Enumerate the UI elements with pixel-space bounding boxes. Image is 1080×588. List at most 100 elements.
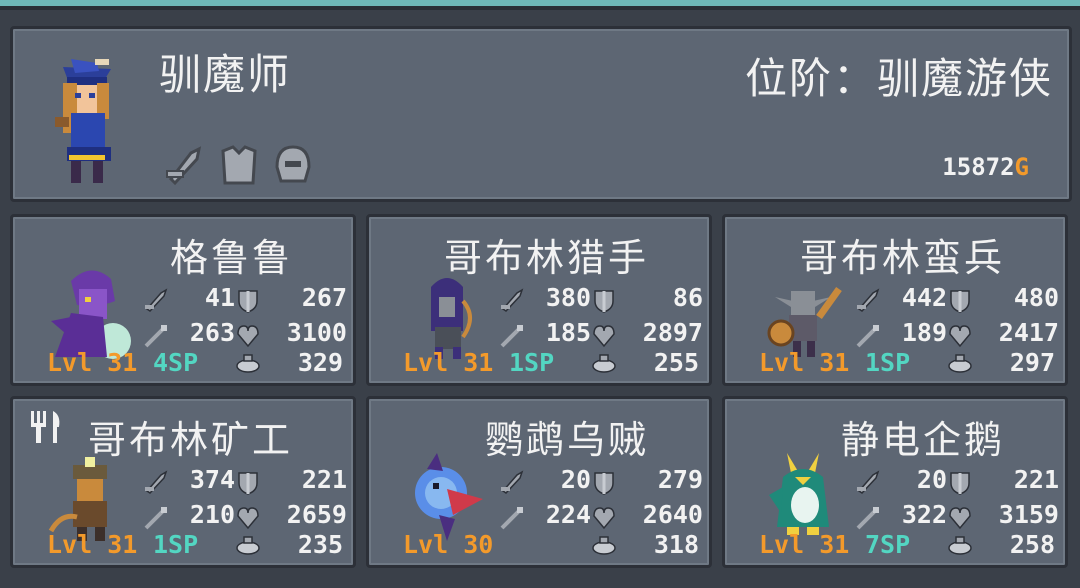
gold-display: 15872G: [942, 153, 1029, 181]
skill-points-label: 7SP: [865, 530, 911, 559]
magic-value: 263: [189, 318, 235, 347]
helmet-slot-icon[interactable]: [269, 141, 317, 189]
heart-icon: [949, 507, 971, 530]
monster-card[interactable]: 鹦鹉乌贼 20 279 224 2640 Lvl 30 318: [366, 396, 712, 568]
level-label: Lvl 31: [47, 530, 138, 559]
skill-points-label: 4SP: [153, 348, 199, 377]
wand-icon: [144, 507, 167, 530]
equipment-slots: [161, 141, 317, 189]
health-value: 3100: [286, 318, 347, 347]
food-icon: [592, 354, 616, 373]
defense-value: 86: [672, 283, 703, 312]
food-value: 255: [653, 348, 699, 377]
shield-icon: [950, 472, 970, 495]
health-value: 3159: [998, 500, 1059, 529]
monster-card[interactable]: 哥布林矿工 374 221 210 2659 Lvl 31 1SP 235: [10, 396, 356, 568]
monster-card[interactable]: 格鲁鲁 41 267 263 3100 Lvl 31 4SP 329: [10, 214, 356, 386]
magic-value: 322: [901, 500, 947, 529]
heart-icon: [237, 507, 259, 530]
health-value: 2417: [998, 318, 1059, 347]
monster-name: 鹦鹉乌贼: [484, 418, 649, 462]
wand-icon: [144, 325, 167, 348]
sword-icon: [145, 470, 168, 494]
monster-stats: 41 267 263 3100: [143, 283, 353, 353]
sword-icon: [501, 470, 524, 494]
stat-row-attack: 380 86: [499, 283, 709, 318]
stat-row-attack: 442 480: [855, 283, 1065, 318]
stat-row-attack: 20 221: [855, 465, 1065, 500]
shield-icon: [594, 290, 614, 313]
monster-stats: 374 221 210 2659: [143, 465, 353, 535]
hero-rank: 位阶：驯魔游侠: [744, 54, 1053, 103]
heart-icon: [593, 507, 615, 530]
food-value: 297: [1009, 348, 1055, 377]
monster-card[interactable]: 静电企鹅 20 221 322 3159 Lvl 31 7SP 258: [722, 396, 1068, 568]
monster-name: 格鲁鲁: [169, 236, 293, 280]
parrot-squid-sprite: [415, 453, 483, 541]
food-value: 329: [297, 348, 343, 377]
skill-points-label: 1SP: [153, 530, 199, 559]
heart-icon: [593, 325, 615, 348]
health-value: 2640: [642, 500, 703, 529]
wand-icon: [856, 325, 879, 348]
static-penguin-sprite: [769, 453, 829, 535]
magic-value: 210: [189, 500, 235, 529]
sword-icon: [501, 288, 524, 312]
stat-row-attack: 41 267: [143, 283, 353, 318]
sword-icon: [145, 288, 168, 312]
hero-portrait: [55, 59, 111, 183]
shield-icon: [238, 472, 258, 495]
magic-value: 189: [901, 318, 947, 347]
monster-name: 静电企鹅: [840, 418, 1005, 462]
shield-icon: [594, 472, 614, 495]
level-label: Lvl 31: [759, 530, 850, 559]
defense-value: 221: [301, 465, 347, 494]
stat-row-attack: 374 221: [143, 465, 353, 500]
health-value: 2659: [286, 500, 347, 529]
defense-value: 267: [301, 283, 347, 312]
defense-value: 480: [1013, 283, 1059, 312]
hero-name: 驯魔师: [159, 50, 292, 99]
skill-points-label: 1SP: [865, 348, 911, 377]
magic-value: 224: [545, 500, 591, 529]
skill-points-label: 1SP: [509, 348, 555, 377]
shield-icon: [950, 290, 970, 313]
attack-value: 374: [189, 465, 235, 494]
health-value: 2897: [642, 318, 703, 347]
wand-icon: [500, 507, 523, 530]
feed-icon[interactable]: [27, 407, 67, 447]
heart-icon: [237, 325, 259, 348]
level-label: Lvl 31: [759, 348, 850, 377]
gold-symbol: G: [1014, 153, 1029, 181]
gold-amount: 15872: [942, 153, 1015, 181]
weapon-slot-icon[interactable]: [161, 141, 209, 189]
attack-value: 20: [560, 465, 591, 494]
monster-card[interactable]: 哥布林蛮兵 442 480 189 2417 Lvl 31 1SP 297: [722, 214, 1068, 386]
level-label: Lvl 30: [403, 530, 494, 559]
attack-value: 442: [901, 283, 947, 312]
sword-icon: [857, 470, 880, 494]
attack-value: 20: [916, 465, 947, 494]
level-label: Lvl 31: [47, 348, 138, 377]
food-icon: [948, 536, 972, 555]
hero-panel: 驯魔师 位阶：驯魔游侠 15872G: [10, 26, 1072, 202]
stat-row-attack: 20 279: [499, 465, 709, 500]
food-value: 235: [297, 530, 343, 559]
sword-icon: [857, 288, 880, 312]
attack-value: 41: [204, 283, 235, 312]
wand-icon: [856, 507, 879, 530]
attack-value: 380: [545, 283, 591, 312]
armor-slot-icon[interactable]: [215, 141, 263, 189]
monster-card[interactable]: 哥布林猎手 380 86 185 2897 Lvl 31 1SP 255: [366, 214, 712, 386]
food-icon: [592, 536, 616, 555]
wand-icon: [500, 325, 523, 348]
food-value: 318: [653, 530, 699, 559]
heart-icon: [949, 325, 971, 348]
food-value: 258: [1009, 530, 1055, 559]
defense-value: 221: [1013, 465, 1059, 494]
food-icon: [948, 354, 972, 373]
monster-stats: 442 480 189 2417: [855, 283, 1065, 353]
top-divider: [0, 6, 1080, 10]
monster-stats: 20 279 224 2640: [499, 465, 709, 535]
monster-stats: 380 86 185 2897: [499, 283, 709, 353]
